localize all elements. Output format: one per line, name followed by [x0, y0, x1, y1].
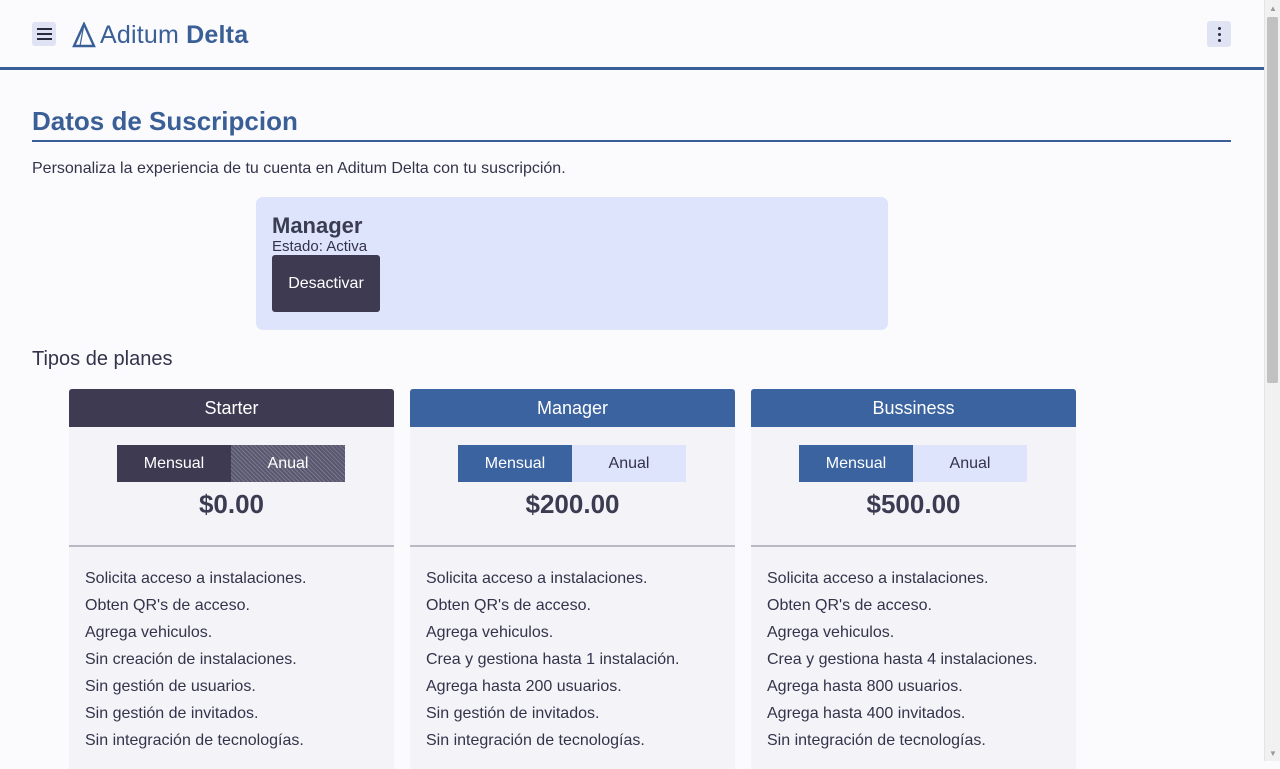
brand-logo[interactable]: Aditum Delta	[72, 18, 248, 52]
feature-item: Solicita acceso a instalaciones.	[767, 570, 989, 587]
plan-header: Starter	[69, 389, 394, 427]
toggle-annual[interactable]: Anual	[913, 445, 1027, 482]
toggle-annual[interactable]: Anual	[572, 445, 686, 482]
current-subscription-card: Manager Estado: Activa Desactivar	[256, 197, 888, 330]
plan-card-manager: Manager Mensual Anual $200.00 Solicita a…	[410, 389, 735, 769]
divider	[410, 545, 735, 547]
kebab-menu-icon[interactable]	[1207, 21, 1231, 47]
plan-price: $0.00	[198, 489, 265, 519]
scroll-down-arrow-icon[interactable]: ▼	[1265, 745, 1280, 761]
page-description: Personaliza la experiencia de tu cuenta …	[32, 160, 566, 177]
feature-item: Sin gestión de invitados.	[85, 705, 259, 722]
plan-price: $500.00	[866, 489, 961, 519]
feature-item: Crea y gestiona hasta 4 instalaciones.	[767, 651, 1038, 668]
vertical-scrollbar[interactable]: ▲ ▼	[1264, 0, 1280, 761]
divider	[751, 545, 1076, 547]
top-app-bar: Aditum Delta	[0, 0, 1264, 70]
toggle-monthly[interactable]: Mensual	[799, 445, 913, 482]
plan-card-starter: Starter Mensual Anual $0.00 Solicita acc…	[69, 389, 394, 769]
deactivate-button[interactable]: Desactivar	[272, 255, 380, 312]
feature-item: Obten QR's de acceso.	[426, 597, 591, 614]
plan-card-bussiness: Bussiness Mensual Anual $500.00 Solicita…	[751, 389, 1076, 769]
brand-name-light: Aditum	[100, 20, 180, 49]
feature-item: Sin integración de tecnologías.	[767, 732, 986, 749]
feature-item: Sin creación de instalaciones.	[85, 651, 297, 668]
plan-header: Bussiness	[751, 389, 1076, 427]
feature-item: Sin integración de tecnologías.	[85, 732, 304, 749]
feature-item: Sin gestión de usuarios.	[85, 678, 256, 695]
scroll-up-arrow-icon[interactable]: ▲	[1265, 0, 1280, 16]
toggle-monthly[interactable]: Mensual	[458, 445, 572, 482]
current-plan-name: Manager	[272, 213, 363, 238]
toggle-annual[interactable]: Anual	[231, 445, 345, 482]
page-title: Datos de Suscripcion	[32, 104, 1231, 142]
brand-name: Aditum Delta	[100, 21, 248, 50]
feature-item: Sin gestión de invitados.	[426, 705, 600, 722]
scrollbar-thumb[interactable]	[1267, 17, 1278, 383]
feature-item: Solicita acceso a instalaciones.	[85, 570, 307, 587]
feature-item: Agrega hasta 400 invitados.	[767, 705, 966, 722]
billing-toggle: Mensual Anual	[799, 445, 1027, 482]
current-plan-status: Estado: Activa	[272, 238, 368, 255]
plan-header: Manager	[410, 389, 735, 427]
hamburger-menu-icon[interactable]	[32, 22, 56, 46]
divider	[69, 545, 394, 547]
brand-name-bold: Delta	[186, 20, 249, 49]
feature-item: Obten QR's de acceso.	[85, 597, 250, 614]
feature-item: Sin integración de tecnologías.	[426, 732, 645, 749]
feature-item: Obten QR's de acceso.	[767, 597, 932, 614]
feature-item: Agrega vehiculos.	[767, 624, 895, 641]
triangle-logo-icon	[72, 22, 96, 48]
billing-toggle: Mensual Anual	[458, 445, 686, 482]
billing-toggle: Mensual Anual	[117, 445, 345, 482]
feature-item: Agrega hasta 200 usuarios.	[426, 678, 622, 695]
feature-item: Crea y gestiona hasta 1 instalación.	[426, 651, 680, 668]
feature-item: Agrega vehiculos.	[426, 624, 554, 641]
feature-list: Solicita acceso a instalaciones. Obten Q…	[767, 565, 1037, 754]
plans-heading: Tipos de planes	[32, 348, 173, 370]
feature-list: Solicita acceso a instalaciones. Obten Q…	[85, 565, 306, 754]
feature-item: Agrega vehiculos.	[85, 624, 213, 641]
feature-item: Solicita acceso a instalaciones.	[426, 570, 648, 587]
feature-item: Agrega hasta 800 usuarios.	[767, 678, 963, 695]
plan-price: $200.00	[525, 489, 620, 519]
toggle-monthly[interactable]: Mensual	[117, 445, 231, 482]
feature-list: Solicita acceso a instalaciones. Obten Q…	[426, 565, 679, 754]
